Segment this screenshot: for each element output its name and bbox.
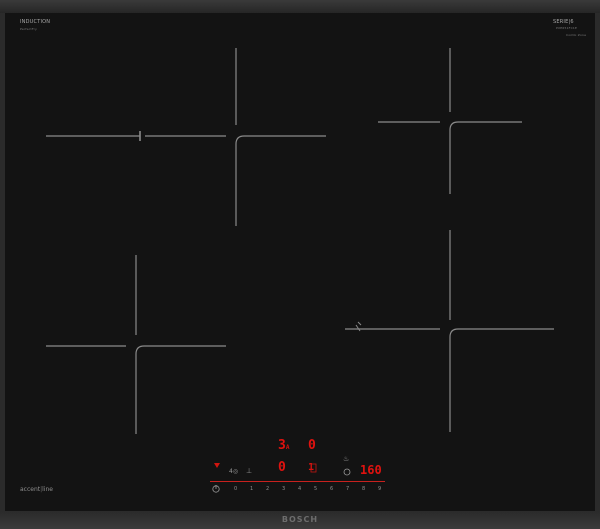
control-panel-icons: 4◎ ⊥ ♨ [212, 455, 351, 493]
slider-step-4[interactable]: 4 [298, 486, 301, 492]
cooking-sensor-indicator [310, 463, 317, 473]
slider-step-6[interactable]: 6 [330, 486, 333, 492]
timer-icon [343, 468, 351, 476]
slider-step-0[interactable]: 0 [234, 486, 237, 492]
slider-step-2[interactable]: 2 [266, 486, 269, 492]
pan-icon: ⊥ [246, 467, 252, 475]
slider-step-1[interactable]: 1 [250, 486, 253, 492]
slider-step-7[interactable]: 7 [346, 486, 349, 492]
zone-select-icon: 4◎ [229, 468, 238, 475]
power-slider[interactable]: 0 1 2 3 4 5 6 7 8 9 [210, 486, 385, 494]
slider-step-9[interactable]: 9 [378, 486, 381, 492]
power-boost-indicator-icon [214, 463, 220, 468]
slider-step-5[interactable]: 5 [314, 486, 317, 492]
flame-icon: ♨ [343, 455, 349, 463]
slider-underline [210, 481, 385, 482]
slider-step-3[interactable]: 3 [282, 486, 285, 492]
brand-logo: BOSCH [281, 515, 319, 524]
slider-step-8[interactable]: 8 [362, 486, 365, 492]
